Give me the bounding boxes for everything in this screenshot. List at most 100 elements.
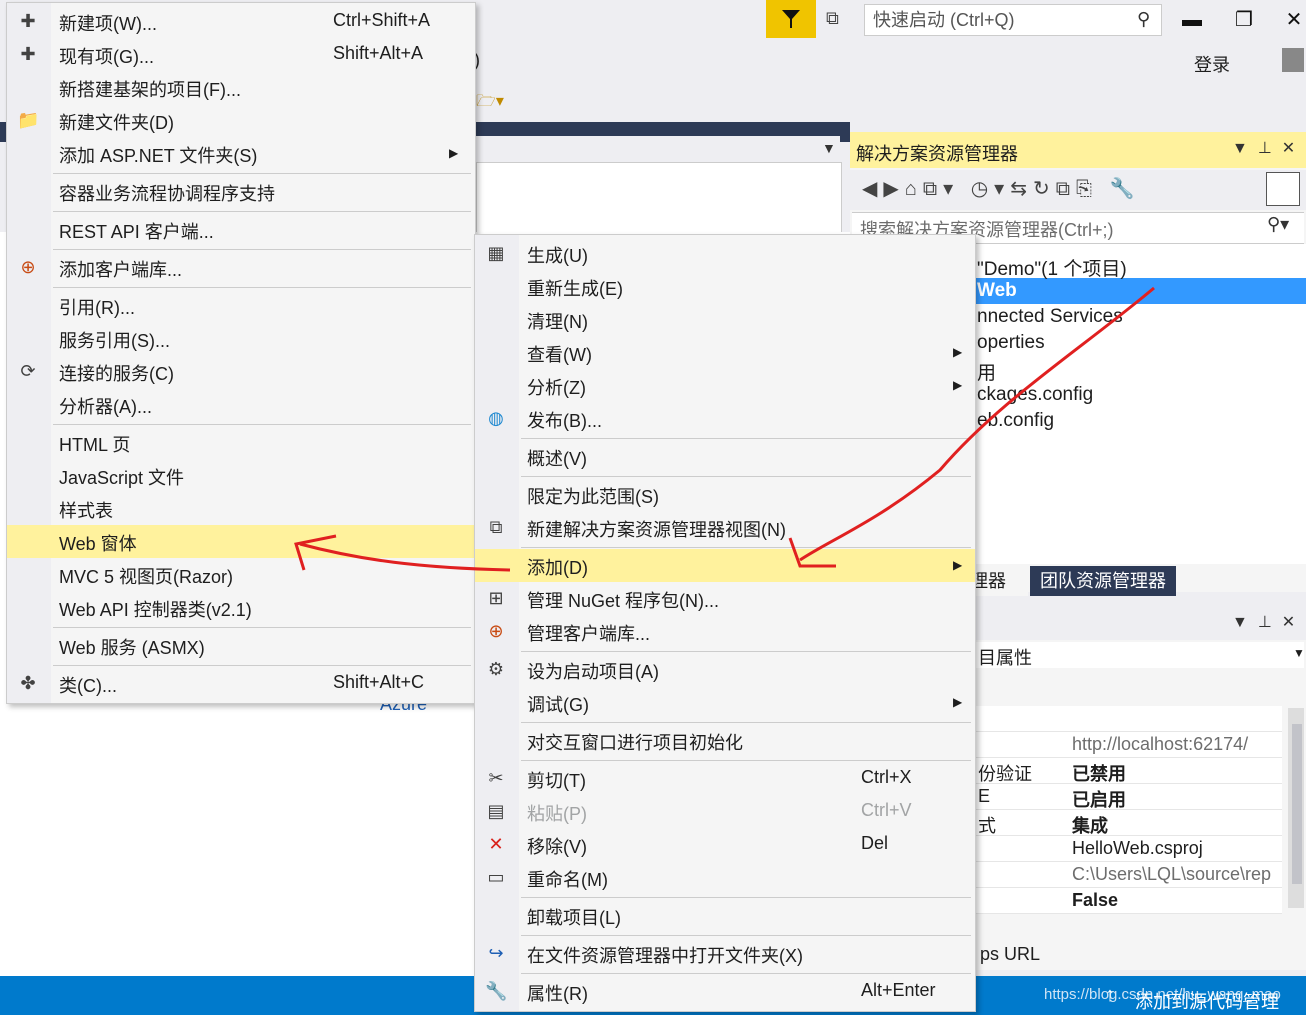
solution-explorer-toolbar-icons[interactable]: ◀▶⌂⧉▾ ◷▾⇆↻⧉⎘ 🔧 <box>862 176 1140 201</box>
project-menu-item[interactable]: ◍ 发布(B)... <box>475 402 975 435</box>
class-icon: ✤ <box>20 673 36 693</box>
property-row[interactable]: 式集成 <box>976 810 1282 836</box>
paste-icon: ▤ <box>487 801 505 821</box>
menu-item-label: 现有项(G)... <box>59 47 154 67</box>
add-menu-item[interactable]: Web 窗体 <box>7 525 475 558</box>
add-menu-item[interactable]: 引用(R)... <box>7 289 475 322</box>
chevron-down-icon[interactable]: ▼ <box>1293 646 1305 660</box>
project-menu-item[interactable]: ▦ 生成(U) <box>475 237 975 270</box>
add-to-source-control-button[interactable]: 添加到源代码管理 <box>1135 988 1279 1014</box>
add-menu-item[interactable]: ⟳ 连接的服务(C) <box>7 355 475 388</box>
menu-separator <box>521 476 971 477</box>
menu-item-label: 移除(V) <box>527 837 587 857</box>
project-menu-item[interactable]: ⧉ 新建解决方案资源管理器视图(N) <box>475 511 975 544</box>
scrollbar-thumb[interactable] <box>1292 724 1302 884</box>
add-menu-item[interactable]: REST API 客户端... <box>7 213 475 246</box>
menu-separator <box>53 249 471 250</box>
preview-toggle-icon[interactable] <box>1266 172 1300 206</box>
project-menu-item[interactable]: 限定为此范围(S) <box>475 478 975 511</box>
add-menu-item[interactable]: Web API 控制器类(v2.1) <box>7 591 475 624</box>
project-menu-item[interactable]: ▭ 重命名(M) <box>475 861 975 894</box>
chevron-down-icon[interactable]: ▼ <box>822 140 836 156</box>
quick-launch-input[interactable]: 快速启动 (Ctrl+Q) <box>864 4 1162 36</box>
project-menu-item[interactable]: 对交互窗口进行项目初始化 <box>475 724 975 757</box>
avatar[interactable] <box>1282 48 1304 72</box>
client-library-icon: ⊕ <box>20 257 36 277</box>
project-menu-item[interactable]: 清理(N) <box>475 303 975 336</box>
panel-window-icons[interactable]: ▼⊥✕ <box>1232 612 1305 632</box>
menu-separator <box>53 627 471 628</box>
add-menu-item[interactable]: ✚ 现有项(G)... Shift+Alt+A <box>7 38 475 71</box>
add-menu-item[interactable]: 添加 ASP.NET 文件夹(S) ▶ <box>7 137 475 170</box>
minimize-button[interactable]: ▬ <box>1178 6 1206 34</box>
project-menu-item[interactable]: ✕ 移除(V) Del <box>475 828 975 861</box>
tab-solution-explorer[interactable]: 理器 <box>970 566 1028 596</box>
add-menu-item[interactable]: 📁 新建文件夹(D) <box>7 104 475 137</box>
project-menu-item[interactable]: 🔧 属性(R) Alt+Enter <box>475 975 975 1008</box>
add-menu-item[interactable]: HTML 页 <box>7 426 475 459</box>
tree-item-solution[interactable]: "Demo"(1 个项目) <box>977 254 1127 281</box>
add-menu-item[interactable]: 新搭建基架的项目(F)... <box>7 71 475 104</box>
menu-separator <box>521 438 971 439</box>
property-row[interactable]: False <box>976 888 1282 914</box>
tab-team-explorer[interactable]: 团队资源管理器 <box>1030 566 1176 596</box>
add-menu-item[interactable]: 分析器(A)... <box>7 388 475 421</box>
tree-item-properties[interactable]: operties <box>977 332 1045 354</box>
project-menu-item[interactable]: 重新生成(E) <box>475 270 975 303</box>
menu-separator <box>53 173 471 174</box>
add-menu-item[interactable]: Web 服务 (ASMX) <box>7 629 475 662</box>
panel-window-icons[interactable]: ▼⊥✕ <box>1232 138 1305 158</box>
tree-item-references[interactable]: 用 <box>977 358 996 385</box>
project-menu-item[interactable]: ▤ 粘贴(P) Ctrl+V <box>475 795 975 828</box>
add-menu-item[interactable]: JavaScript 文件 <box>7 459 475 492</box>
property-row[interactable]: C:\Users\LQL\source\rep <box>976 862 1282 888</box>
menu-item-label: Web 服务 (ASMX) <box>59 638 205 658</box>
close-button[interactable]: ✕ <box>1280 6 1306 34</box>
project-menu-item[interactable]: 调试(G) ▶ <box>475 686 975 719</box>
project-menu-item[interactable]: 概述(V) <box>475 440 975 473</box>
property-row[interactable]: E 已启用 <box>976 784 1282 810</box>
menu-item-shortcut: Ctrl+Shift+A <box>333 10 431 30</box>
toolbar-folder-icon[interactable]: 🗁▾ <box>476 90 516 116</box>
add-menu-item[interactable]: 服务引用(S)... <box>7 322 475 355</box>
project-menu-item[interactable]: 添加(D) ▶ <box>475 549 975 582</box>
menu-separator <box>521 897 971 898</box>
project-menu-item[interactable]: 分析(Z) ▶ <box>475 369 975 402</box>
menu-item-label: JavaScript 文件 <box>59 468 185 488</box>
login-link[interactable]: 登录 <box>1194 51 1230 77</box>
tree-item-packages-config[interactable]: ckages.config <box>977 384 1093 406</box>
project-menu-item[interactable]: ✂ 剪切(T) Ctrl+X <box>475 762 975 795</box>
add-menu-item[interactable]: ✚ 新建项(W)... Ctrl+Shift+A <box>7 5 475 38</box>
menu-item-label: Web API 控制器类(v2.1) <box>59 600 252 620</box>
solution-explorer-title: 解决方案资源管理器 <box>856 144 1018 164</box>
project-menu-item[interactable]: 卸载项目(L) <box>475 899 975 932</box>
add-menu-item[interactable]: 样式表 <box>7 492 475 525</box>
project-menu-item[interactable]: ↪ 在文件资源管理器中打开文件夹(X) <box>475 937 975 970</box>
feedback-icon[interactable]: ⧉ <box>826 8 850 32</box>
menu-item-label: 分析器(A)... <box>59 397 152 417</box>
add-submenu: ✚ 新建项(W)... Ctrl+Shift+A ✚ 现有项(G)... Shift+Al… <box>6 2 476 704</box>
property-row[interactable]: http://localhost:62174/ <box>976 732 1282 758</box>
property-row[interactable]: HelloWeb.csproj <box>976 836 1282 862</box>
property-row[interactable] <box>976 706 1282 732</box>
project-menu-item[interactable]: 查看(W) ▶ <box>475 336 975 369</box>
add-menu-item[interactable]: 容器业务流程协调程序支持 <box>7 175 475 208</box>
menu-separator <box>521 760 971 761</box>
menu-item-label: 查看(W) <box>527 345 592 365</box>
search-icon[interactable]: ⚲▾ <box>1267 214 1289 235</box>
project-menu-item[interactable]: ⊕ 管理客户端库... <box>475 615 975 648</box>
project-menu-item[interactable]: ⚙ 设为启动项目(A) <box>475 653 975 686</box>
add-menu-item[interactable]: MVC 5 视图页(Razor) <box>7 558 475 591</box>
tree-item-project[interactable]: Web <box>977 280 1017 302</box>
property-row[interactable]: 份验证 已禁用 <box>976 758 1282 784</box>
editor-surface[interactable] <box>476 162 842 234</box>
tree-item-web-config[interactable]: eb.config <box>977 410 1054 432</box>
project-menu-item[interactable]: ⊞ 管理 NuGet 程序包(N)... <box>475 582 975 615</box>
search-icon[interactable]: ⚲ <box>1137 9 1150 30</box>
add-menu-item[interactable]: ⊕ 添加客户端库... <box>7 251 475 284</box>
tree-item-connected-services[interactable]: nnected Services <box>977 306 1123 328</box>
filter-button[interactable] <box>766 0 816 38</box>
build-icon: ▦ <box>487 243 505 263</box>
add-menu-item[interactable]: ✤ 类(C)... Shift+Alt+C <box>7 667 475 700</box>
restore-button[interactable]: ❐ <box>1230 6 1258 34</box>
